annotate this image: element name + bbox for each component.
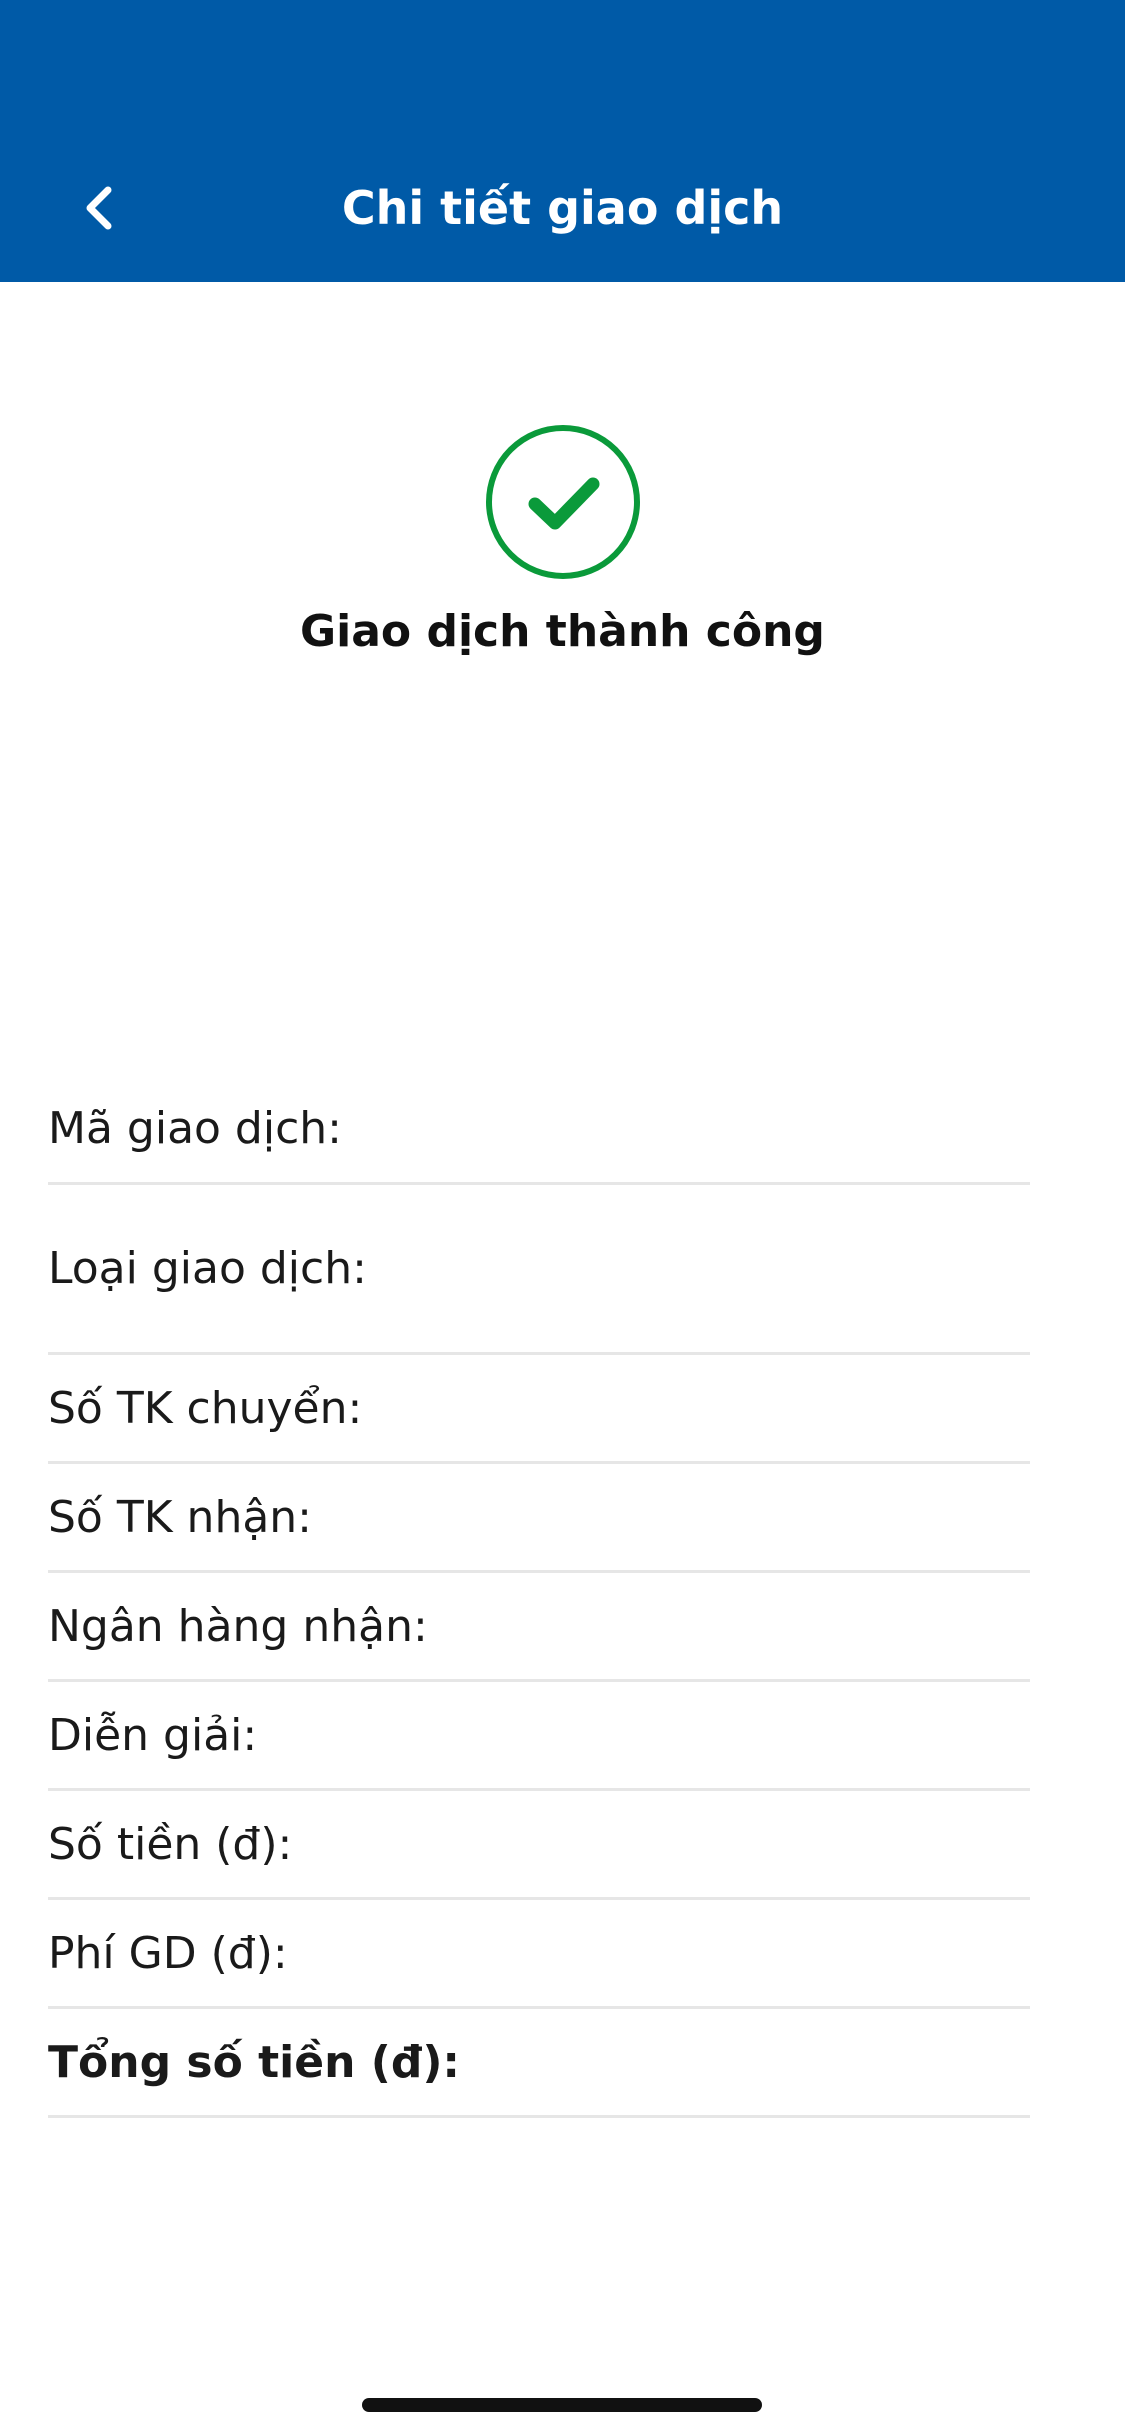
detail-label: Số tiền (đ):: [48, 1818, 293, 1870]
detail-row-description: Diễn giải:: [48, 1682, 1030, 1791]
detail-label: Tổng số tiền (đ):: [48, 2036, 461, 2088]
detail-label: Ngân hàng nhận:: [48, 1600, 428, 1652]
detail-row-total: Tổng số tiền (đ):: [48, 2009, 1030, 2118]
page-title: Chi tiết giao dịch: [341, 181, 784, 235]
detail-label: Số TK chuyển:: [48, 1382, 363, 1434]
detail-row-amount: Số tiền (đ):: [48, 1791, 1030, 1900]
detail-row-source-account: Số TK chuyển:: [48, 1355, 1030, 1464]
home-indicator[interactable]: [362, 2398, 762, 2412]
detail-row-fee: Phí GD (đ):: [48, 1900, 1030, 2009]
detail-row-destination-bank: Ngân hàng nhận:: [48, 1573, 1030, 1682]
detail-row-destination-account: Số TK nhận:: [48, 1464, 1030, 1573]
detail-label: Diễn giải:: [48, 1709, 258, 1761]
detail-label: Phí GD (đ):: [48, 1927, 288, 1979]
detail-label: Số TK nhận:: [48, 1491, 312, 1543]
detail-label: Mã giao dịch:: [48, 1103, 342, 1154]
detail-label: Loại giao dịch:: [48, 1243, 367, 1294]
transaction-details: Mã giao dịch: Loại giao dịch: Số TK chuy…: [48, 1075, 1030, 2118]
check-circle-icon: [485, 425, 640, 579]
app-header: Chi tiết giao dịch: [0, 0, 1125, 282]
detail-row-transaction-type: Loại giao dịch:: [48, 1185, 1030, 1355]
transaction-detail-screen: Chi tiết giao dịch Giao dịch thành công …: [0, 0, 1125, 2436]
detail-row-transaction-id: Mã giao dịch:: [48, 1075, 1030, 1185]
status-text: Giao dịch thành công: [300, 606, 825, 657]
transaction-status: Giao dịch thành công: [0, 424, 1125, 657]
